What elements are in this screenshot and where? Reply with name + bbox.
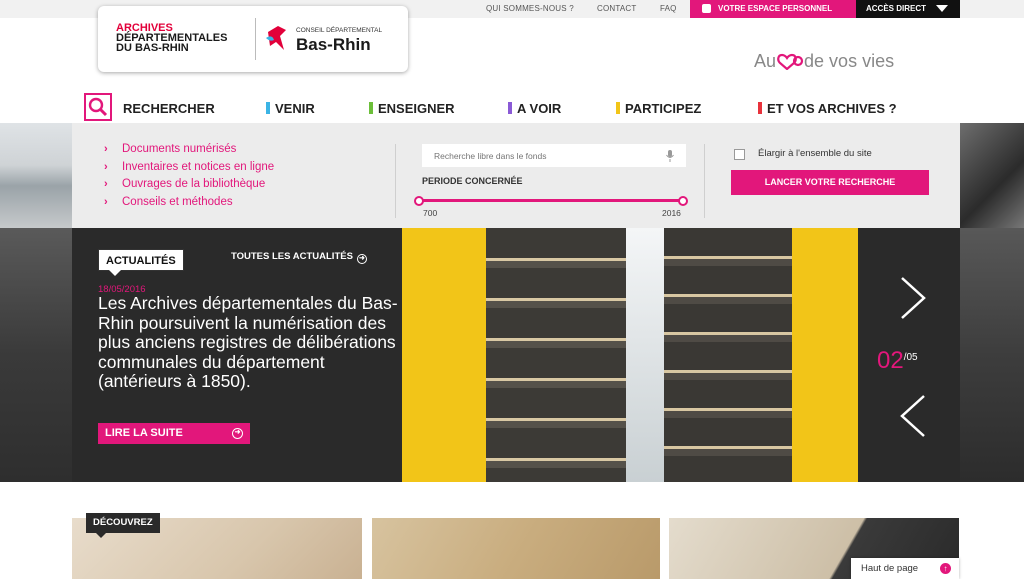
logo-line-3: DU BAS-RHIN — [116, 42, 189, 54]
slider-min-value: 700 — [423, 208, 438, 218]
nav-et-vos-archives[interactable]: ET VOS ARCHIVES ? — [758, 101, 897, 116]
logo-conseil-label: CONSEIL DÉPARTEMENTAL — [296, 27, 383, 34]
periode-range-slider[interactable] — [414, 196, 690, 206]
nav-venir-label: VENIR — [275, 101, 315, 116]
slider-min-handle[interactable] — [414, 196, 424, 206]
photo-shelves-right — [664, 228, 792, 482]
link-label: Inventaires et notices en ligne — [122, 160, 275, 173]
arrow-right-icon: ➜ — [232, 428, 243, 439]
nav-a-voir-marker — [508, 102, 512, 114]
chevron-right-icon: › — [104, 143, 108, 155]
chevron-right-icon: › — [104, 160, 108, 173]
chevron-down-icon — [936, 5, 948, 12]
nav-rechercher[interactable]: RECHERCHER — [123, 101, 215, 116]
link-conseils[interactable]: › Conseils et méthodes — [104, 196, 274, 214]
periode-label: PERIODE CONCERNÉE — [422, 176, 523, 186]
search-input[interactable] — [422, 144, 686, 167]
photo-shelves-left — [486, 228, 626, 482]
link-inventaires[interactable]: › Inventaires et notices en ligne — [104, 161, 274, 179]
slider-max-value: 2016 — [662, 208, 681, 218]
search-background-image-right — [960, 123, 1024, 228]
haut-de-page-button[interactable]: Haut de page ↑ — [851, 558, 959, 579]
bas-rhin-emblem-icon — [266, 26, 286, 50]
nav-a-voir[interactable]: A VOIR — [508, 101, 561, 116]
decouvrez-card-2[interactable] — [372, 518, 660, 579]
decouvrez-tag: DÉCOUVREZ — [86, 513, 160, 538]
link-label: Conseils et méthodes — [122, 195, 233, 208]
chevron-right-icon: › — [104, 178, 108, 190]
lire-la-suite-button[interactable]: LIRE LA SUITE ➜ — [98, 423, 250, 444]
elargir-checkbox[interactable] — [734, 149, 745, 160]
acces-direct-label: ACCÈS DIRECT — [866, 4, 927, 13]
heart-icon — [777, 53, 804, 70]
banner-background-right — [960, 228, 1024, 482]
search-background-image-left — [0, 123, 72, 228]
nav-participez-marker — [616, 102, 620, 114]
link-label: Documents numérisés — [122, 143, 237, 155]
carousel-next-button[interactable] — [898, 276, 928, 320]
nav-enseigner[interactable]: ENSEIGNER — [369, 101, 455, 116]
nav-archives-marker — [758, 102, 762, 114]
search-divider-right — [704, 144, 705, 218]
link-faq[interactable]: FAQ — [660, 4, 677, 13]
toutes-actualites-link[interactable]: TOUTES LES ACTUALITÉS ➜ — [231, 251, 367, 264]
nav-archives-label: ET VOS ARCHIVES ? — [767, 101, 897, 116]
slogan-right: de vos vies — [804, 51, 895, 71]
link-contact[interactable]: CONTACT — [597, 4, 636, 13]
logo-bas-rhin-label: Bas-Rhin — [296, 35, 371, 54]
link-documents-numerises[interactable]: › Documents numérisés — [104, 143, 274, 161]
acces-direct-button[interactable]: ACCÈS DIRECT — [856, 0, 960, 18]
nav-venir[interactable]: VENIR — [266, 101, 315, 116]
search-icon[interactable] — [84, 93, 112, 121]
banner-background-left — [0, 228, 72, 482]
carousel-counter: 02/05 — [877, 347, 918, 375]
photo-wall-right — [792, 228, 858, 482]
espace-personnel-label: VOTRE ESPACE PERSONNEL — [718, 4, 833, 13]
nav-a-voir-label: A VOIR — [517, 101, 562, 116]
actualites-tag: ACTUALITÉS — [98, 249, 184, 276]
slogan-left: Au — [754, 51, 777, 71]
link-ouvrages[interactable]: › Ouvrages de la bibliothèque — [104, 178, 274, 196]
photo-wall-left — [402, 228, 486, 482]
carousel-total: /05 — [903, 352, 918, 363]
elargir-label: Élargir à l'ensemble du site — [758, 148, 872, 159]
carousel-prev-button[interactable] — [898, 394, 928, 438]
nav-venir-marker — [266, 102, 270, 114]
slogan: Au de vos vies — [754, 51, 894, 72]
nav-enseigner-label: ENSEIGNER — [378, 101, 455, 116]
news-headline[interactable]: Les Archives départementales du Bas-Rhin… — [98, 293, 398, 392]
news-photo[interactable] — [402, 228, 858, 482]
carousel-current: 02 — [877, 347, 904, 374]
photo-aisle — [626, 228, 664, 482]
slider-max-handle[interactable] — [678, 196, 688, 206]
link-label: Ouvrages de la bibliothèque — [122, 178, 266, 190]
slider-track — [420, 199, 684, 202]
arrow-right-icon: ➜ — [356, 254, 367, 264]
nav-participez-label: PARTICIPEZ — [625, 101, 702, 116]
nav-enseigner-marker — [369, 102, 373, 114]
user-icon — [702, 4, 711, 13]
search-divider-left — [395, 144, 396, 218]
haut-label: Haut de page — [861, 563, 919, 574]
arrow-up-icon: ↑ — [940, 563, 951, 574]
espace-personnel-button[interactable]: VOTRE ESPACE PERSONNEL — [690, 0, 856, 18]
nav-participez[interactable]: PARTICIPEZ — [616, 101, 701, 116]
site-logo[interactable]: ARCHIVES DÉPARTEMENTALES DU BAS-RHIN CON… — [98, 6, 408, 72]
microphone-icon[interactable] — [666, 150, 674, 162]
chevron-right-icon: › — [104, 195, 108, 208]
main-navigation: RECHERCHER VENIR ENSEIGNER A VOIR PARTIC… — [0, 93, 1024, 123]
lancer-recherche-button[interactable]: LANCER VOTRE RECHERCHE — [731, 170, 929, 195]
lire-label: LIRE LA SUITE — [105, 427, 183, 439]
link-qui-sommes-nous[interactable]: QUI SOMMES-NOUS ? — [486, 4, 574, 13]
logo-divider — [255, 18, 256, 60]
toutes-label: TOUTES LES ACTUALITÉS — [231, 251, 353, 262]
search-quick-links: › Documents numérisés › Inventaires et not… — [104, 143, 274, 213]
archives-logo-text: ARCHIVES DÉPARTEMENTALES DU BAS-RHIN — [116, 23, 256, 54]
